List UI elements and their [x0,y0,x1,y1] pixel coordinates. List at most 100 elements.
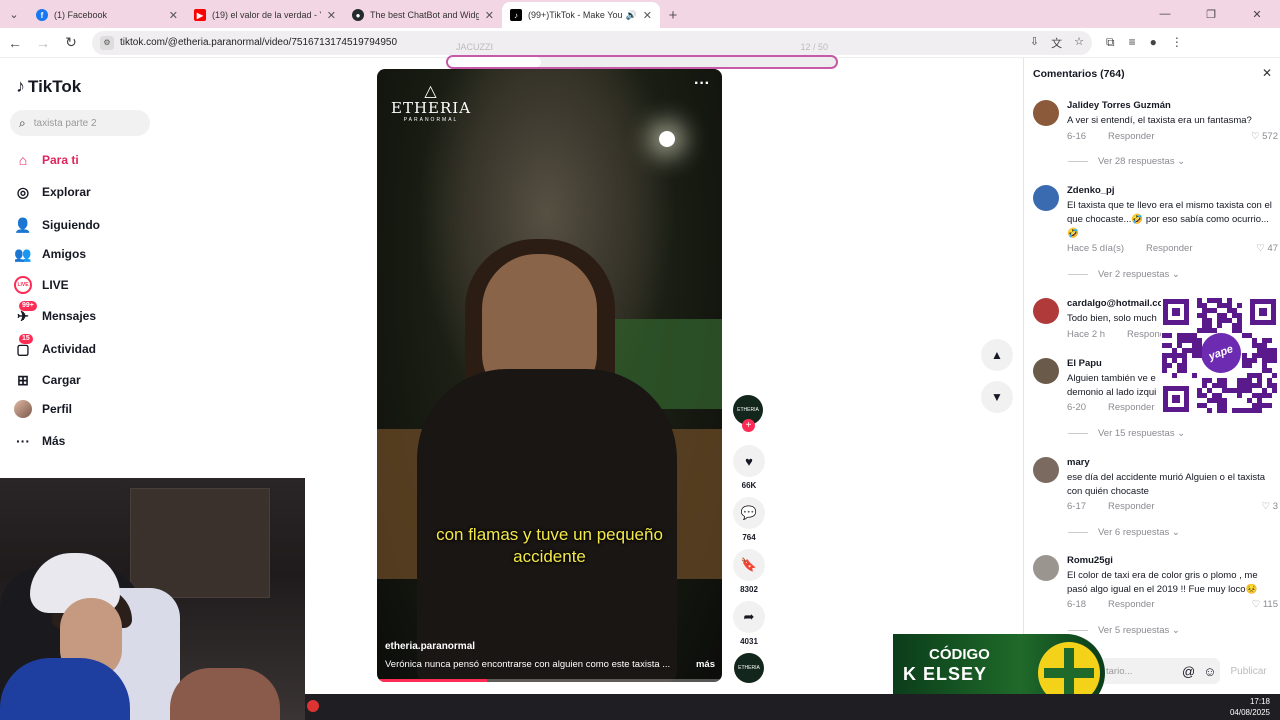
site-info-icon[interactable]: ⚙ [100,35,114,50]
sidebar-item-actividad[interactable]: ▢ 15 Actividad [14,334,96,358]
subtitle-line: con flamas y tuve un pequeño [436,525,663,544]
close-tab-icon[interactable]: ✕ [327,9,336,22]
bookmark-star-icon[interactable]: ☆ [1074,35,1084,51]
music-disc-icon[interactable]: ETHERIA [734,653,764,683]
video-player[interactable]: △ ETHERIA PARANORMAL ··· con flamas y tu… [377,69,722,682]
reply-button[interactable]: Responder [1108,131,1154,142]
minimize-icon[interactable]: — [1142,0,1188,28]
like-count: 66K [741,481,757,490]
sidebar-item-perfil[interactable]: Perfil [14,400,72,418]
comment-meta: Hace 2 h Respond [1067,329,1165,340]
comment-author[interactable]: cardalgo@hotmail.co [1067,298,1163,309]
reply-button[interactable]: Responder [1146,243,1192,254]
youtube-icon: ▶ [194,9,206,21]
reply-button[interactable]: Responder [1108,402,1154,413]
tab-chatbot[interactable]: ● The best ChatBot and Widgets ✕ [344,2,502,28]
avatar[interactable] [1033,457,1059,483]
comment-date: Hace 2 h [1067,329,1106,340]
comment-meta: Hace 5 día(s) Responder [1067,243,1193,254]
install-icon[interactable]: ⇩ [1030,35,1039,51]
video-more-options-icon[interactable]: ··· [694,75,710,93]
view-replies-label: Ver 28 respuestas [1098,156,1175,167]
comment-date: 6-17 [1067,501,1087,512]
like-button[interactable]: ♥ [733,445,765,477]
avatar[interactable] [1033,555,1059,581]
avatar[interactable] [1033,185,1059,211]
restore-icon[interactable]: ❐ [1188,0,1234,28]
tab-youtube[interactable]: ▶ (19) el valor de la verdad - YouT ✕ [186,2,344,28]
comment-like-button[interactable]: ♡ 47 [1256,243,1278,254]
close-comments-icon[interactable]: ✕ [1262,66,1272,80]
close-window-icon[interactable]: ✕ [1234,0,1280,28]
sidebar-item-cargar[interactable]: ⊞ Cargar [14,371,81,389]
emoji-icon[interactable]: ☺ [1203,664,1216,679]
sidebar-item-amigos[interactable]: 👥 Amigos [14,245,86,263]
search-text: taxista parte 2 [33,117,97,129]
translate-icon[interactable]: 文 [1051,35,1062,51]
overlay-title: JACUZZI [456,42,493,52]
view-replies-button[interactable]: Ver 2 respuestas ⌄ [1068,269,1180,280]
search-icon: ⌕ [19,115,26,130]
description-more-link[interactable]: más [696,659,715,670]
comment-author[interactable]: Zdenko_pj [1067,185,1115,196]
close-tab-icon[interactable]: ✕ [169,9,178,22]
reload-icon[interactable]: ↻ [58,30,84,56]
avatar[interactable] [1033,358,1059,384]
share-button[interactable]: ➦ [733,601,765,633]
speaker-icon[interactable]: 🔊 [626,10,637,21]
extensions-icon[interactable]: ⧉ [1106,35,1115,50]
view-replies-button[interactable]: Ver 6 respuestas ⌄ [1068,527,1180,538]
close-tab-icon[interactable]: ✕ [485,9,494,22]
comment-author[interactable]: mary [1067,457,1090,468]
overlay-label: JACUZZI 12 / 50 [446,42,838,52]
comment-author[interactable]: Romu25gi [1067,555,1113,566]
video-progress-bar[interactable] [377,679,722,682]
comment-like-button[interactable]: ♡ 3 [1262,501,1278,512]
sidebar-item-live[interactable]: LIVE LIVE [14,276,69,294]
comment-like-button[interactable]: ♡ 115 [1252,599,1278,610]
comment-like-button[interactable]: ♡ 572 [1251,131,1278,142]
forward-icon[interactable]: → [30,30,56,56]
media-control-icon[interactable]: ≡ [1129,35,1136,50]
comment-placeholder: tario... [1106,665,1133,677]
sidebar-item-para-ti[interactable]: ⌂ Para ti [14,151,79,169]
previous-video-button[interactable]: ▲ [981,339,1013,371]
view-replies-button[interactable]: Ver 15 respuestas ⌄ [1068,428,1185,439]
tab-search-icon[interactable]: ⌄ [0,0,28,28]
back-icon[interactable]: ← [2,30,28,56]
sidebar-item-label: Para ti [42,153,79,167]
publish-button[interactable]: Publicar [1230,666,1266,677]
sidebar-item-mensajes[interactable]: ✈ 99+ Mensajes [14,301,96,325]
sidebar-item-mas[interactable]: ··· Más [14,432,65,450]
tab-tiktok[interactable]: ♪ (99+)TikTok - Make Your D 🔊 ✕ [502,2,660,28]
reply-button[interactable]: Respond [1127,329,1165,340]
video-author[interactable]: etheria.paranormal [385,641,475,652]
tiktok-logo[interactable]: ♪ TikTok [16,76,81,97]
reply-button[interactable]: Responder [1108,501,1154,512]
browser-menu-icon[interactable]: ⋮ [1171,35,1183,50]
view-replies-button[interactable]: Ver 5 respuestas ⌄ [1068,625,1180,636]
tab-facebook[interactable]: f (1) Facebook ✕ [28,2,186,28]
avatar[interactable] [1033,100,1059,126]
comment-author[interactable]: Jalidey Torres Guzmán [1067,100,1171,111]
qr-module [1222,408,1227,413]
profile-icon[interactable]: ● [1150,35,1157,50]
view-replies-button[interactable]: Ver 28 respuestas ⌄ [1068,156,1185,167]
reply-button[interactable]: Responder [1108,599,1154,610]
comment-button[interactable]: 💬 [733,497,765,529]
record-icon[interactable] [307,700,319,712]
sidebar-item-explorar[interactable]: ◎ Explorar [14,183,91,201]
new-tab-button[interactable]: + [660,2,686,28]
avatar[interactable] [1033,298,1059,324]
sidebar-item-label: Amigos [42,247,87,261]
sidebar-item-siguiendo[interactable]: 👤 Siguiendo [14,216,100,234]
next-video-button[interactable]: ▼ [981,381,1013,413]
close-tab-icon[interactable]: ✕ [643,9,652,22]
save-button[interactable]: 🔖 [733,549,765,581]
mention-icon[interactable]: @ [1182,664,1195,679]
sidebar-item-label: LIVE [42,278,69,292]
comment-author[interactable]: El Papu [1067,358,1102,369]
search-input[interactable]: ⌕ taxista parte 2 [10,110,150,136]
follow-plus-icon[interactable]: + [742,419,755,432]
qr-finder [1163,386,1189,412]
